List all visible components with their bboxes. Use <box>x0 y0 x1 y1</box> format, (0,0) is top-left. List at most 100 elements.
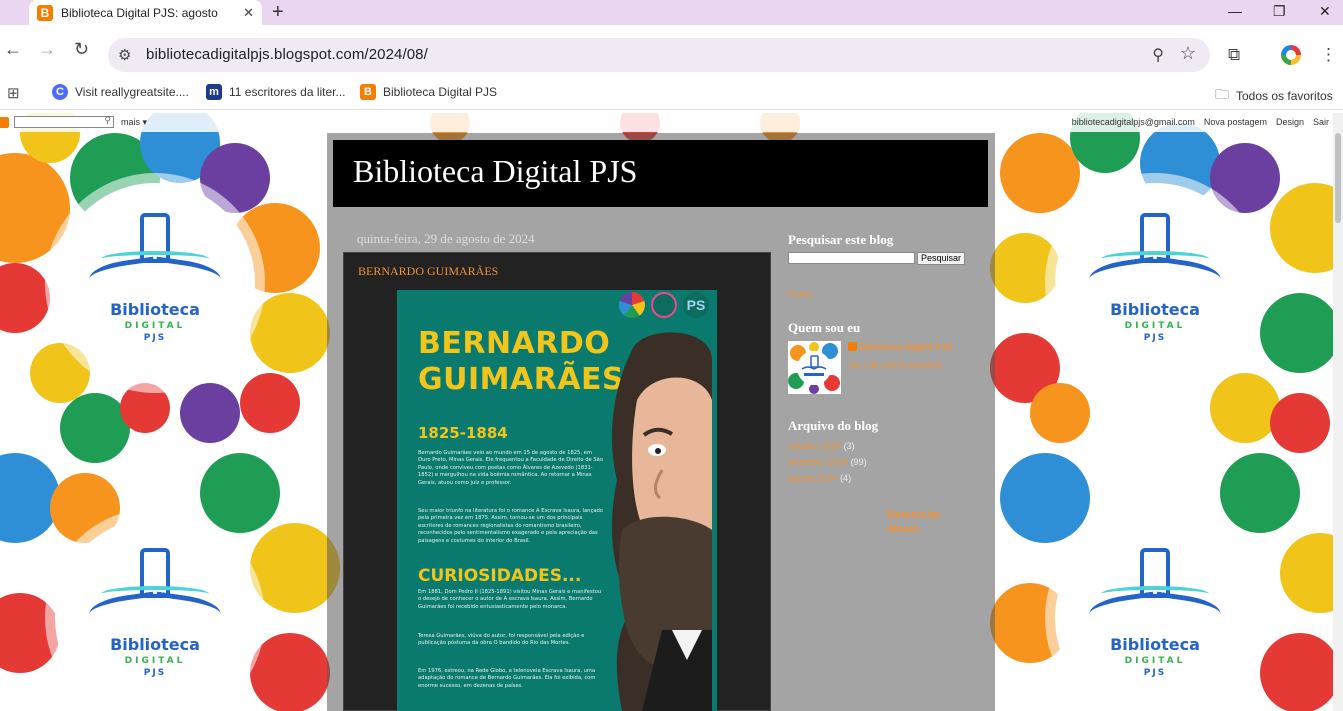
new-post-link[interactable]: Nova postagem <box>1204 117 1267 127</box>
poster-paragraph: Seu maior triunfo na literatura foi o ro… <box>418 508 603 544</box>
folder-icon: 🗀 <box>1215 86 1229 102</box>
poster-paragraph: Teresa Guimarães, viúva do autor, foi re… <box>418 633 585 647</box>
profile-name-link[interactable]: Biblioteca Digital PJS <box>848 342 953 352</box>
search-icon[interactable]: ⚲ <box>104 115 111 126</box>
post-poster-image: PS BERNARDO GUIMARÃES 1825-1884 Bernardo… <box>397 290 717 711</box>
bookmark-label: Biblioteca Digital PJS <box>383 85 498 99</box>
tab-strip: B Biblioteca Digital PJS: agosto 20 ✕ + … <box>0 0 1343 25</box>
bookmark-item[interactable]: m 11 escritores da liter... <box>206 84 346 100</box>
page-scrollbar[interactable] <box>1333 113 1343 711</box>
bubble-decoration <box>0 263 50 333</box>
bubble-decoration <box>1000 453 1090 543</box>
extensions-icon[interactable]: ⧉ <box>1228 45 1240 65</box>
profile-avatar-icon[interactable] <box>1281 45 1301 65</box>
bookmark-item[interactable]: C Visit reallygreatsite.... <box>52 84 189 100</box>
profile-image[interactable] <box>788 341 841 394</box>
bookmark-item[interactable]: B Biblioteca Digital PJS <box>360 84 497 100</box>
post-date: quinta-feira, 29 de agosto de 2024 <box>357 231 535 246</box>
blog-header: Biblioteca Digital PJS <box>333 140 988 207</box>
new-tab-button[interactable]: + <box>272 1 284 23</box>
reload-icon[interactable]: ↻ <box>74 39 89 60</box>
about-heading: Quem sou eu <box>788 320 861 335</box>
bubble-decoration <box>200 453 280 533</box>
all-bookmarks-label: Todos os favoritos <box>1236 89 1333 103</box>
navbar-search-input[interactable]: ⚲ <box>14 115 114 128</box>
blogger-icon <box>848 342 857 351</box>
pjs-logo-icon: PS <box>683 292 709 318</box>
bubble-decoration <box>1270 393 1330 453</box>
all-bookmarks-folder[interactable]: 🗀 Todos os favoritos <box>1215 84 1333 108</box>
bubble-decoration <box>1210 143 1280 213</box>
archive-item[interactable]: setembro 2024 (99) <box>788 457 867 467</box>
tab-close-icon[interactable]: ✕ <box>243 5 254 21</box>
bubble-decoration <box>1260 293 1340 373</box>
poster-logos: PS <box>619 292 709 318</box>
menu-kebab-icon[interactable]: ⋮ <box>1320 45 1337 65</box>
bubble-decoration <box>250 293 330 373</box>
canva-icon: C <box>52 84 68 100</box>
bubble-decoration <box>180 383 240 443</box>
maximize-icon[interactable]: ❐ <box>1273 3 1286 20</box>
bubble-decoration <box>1210 373 1280 443</box>
poster-title: BERNARDO GUIMARÃES <box>418 326 625 397</box>
user-email: bibliotecadigitalpjs@gmail.com <box>1071 117 1195 127</box>
bookmark-label: Visit reallygreatsite.... <box>75 85 189 99</box>
more-menu[interactable]: mais ▾ <box>121 117 147 128</box>
site-info-icon[interactable]: ⚙ <box>118 46 131 64</box>
close-window-icon[interactable]: ✕ <box>1319 3 1331 20</box>
address-bar[interactable]: ⚙ bibliotecadigitalpjs.blogspot.com/2024… <box>108 38 1210 72</box>
background-logo: Biblioteca DIGITAL PJS <box>55 518 255 711</box>
background-logo: Biblioteca DIGITAL PJS <box>1055 518 1255 711</box>
poster-curiosities-heading: CURIOSIDADES... <box>418 566 582 586</box>
poster-paragraph: Em 1881, Dom Pedro II (1825-1891) visito… <box>418 589 602 610</box>
site-icon: m <box>206 84 222 100</box>
school-logo-icon <box>651 292 677 318</box>
search-button[interactable]: Pesquisar <box>917 252 965 265</box>
url-text[interactable]: bibliotecadigitalpjs.blogspot.com/2024/0… <box>146 46 428 63</box>
home-link[interactable]: Home <box>788 289 812 299</box>
bubble-decoration <box>1220 453 1300 533</box>
bookmark-star-icon[interactable]: ☆ <box>1180 43 1196 64</box>
bubble-decoration <box>30 343 90 403</box>
bookmarks-bar: C Visit reallygreatsite.... m 11 escrito… <box>0 77 1343 110</box>
archive-item[interactable]: outubro 2024 (3) <box>788 441 855 451</box>
blogger-logo-icon[interactable] <box>0 117 9 128</box>
forward-icon[interactable]: → <box>38 39 56 60</box>
blogger-favicon-icon: B <box>37 4 53 21</box>
post-title[interactable]: BERNARDO GUIMARÃES <box>358 264 498 279</box>
zoom-icon[interactable]: ⚲ <box>1152 45 1164 65</box>
scrollbar-thumb[interactable] <box>1335 133 1341 223</box>
design-link[interactable]: Design <box>1276 117 1304 127</box>
apps-grid-icon[interactable]: ⊞ <box>7 84 20 102</box>
bubble-decoration <box>250 633 330 711</box>
bubble-decoration <box>0 593 60 673</box>
poster-paragraph: Bernardo Guimarães veio ao mundo em 15 d… <box>418 450 604 486</box>
bubble-decoration <box>1260 633 1340 711</box>
author-caricature-illustration <box>612 332 712 711</box>
minimize-icon[interactable]: — <box>1228 3 1242 19</box>
sign-out-link[interactable]: Sair <box>1313 117 1329 127</box>
poster-paragraph: Em 1976, estreou, na Rede Globo, a telen… <box>418 668 596 689</box>
bubble-decoration <box>0 153 70 263</box>
tab-title: Biblioteca Digital PJS: agosto 20 <box>61 5 221 20</box>
bubble-decoration <box>1030 383 1090 443</box>
blogger-icon: B <box>360 84 376 100</box>
view-profile-link[interactable]: Ver meu perfil completo <box>848 360 943 370</box>
background-logo: Biblioteca DIGITAL PJS <box>55 183 255 383</box>
report-abuse-link[interactable]: Denunciar abuso <box>887 508 941 536</box>
blogger-navbar: ⚲ mais ▾ bibliotecadigitalpjs@gmail.com … <box>0 113 1343 132</box>
bubble-decoration <box>120 383 170 433</box>
archive-item[interactable]: agosto 2024 (4) <box>788 473 851 483</box>
back-icon[interactable]: ← <box>4 39 22 60</box>
archive-heading: Arquivo do blog <box>788 418 879 433</box>
blog-title[interactable]: Biblioteca Digital PJS <box>353 153 637 190</box>
poster-years: 1825-1884 <box>418 424 508 442</box>
bubble-decoration <box>240 373 300 433</box>
bubble-decoration <box>990 233 1060 303</box>
background-logo: Biblioteca DIGITAL PJS <box>1055 183 1255 383</box>
bubble-decoration <box>1000 133 1080 213</box>
bookmark-label: 11 escritores da liter... <box>229 85 346 99</box>
browser-tab[interactable]: B Biblioteca Digital PJS: agosto 20 ✕ <box>29 0 262 25</box>
blog-search-input[interactable] <box>788 252 915 264</box>
search-heading: Pesquisar este blog <box>788 232 894 247</box>
